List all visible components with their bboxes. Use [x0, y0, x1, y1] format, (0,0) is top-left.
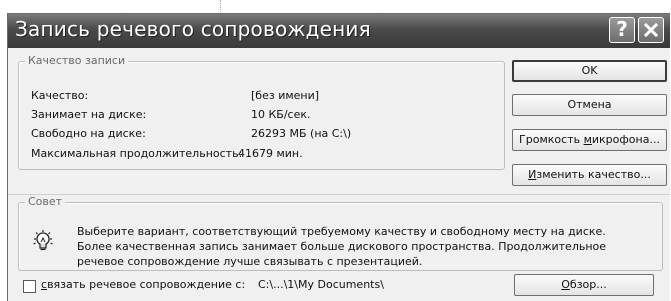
- dotted-marker: [220, 0, 222, 12]
- quality-label: Качество:: [31, 89, 89, 102]
- disk-usage-label: Занимает на диске:: [31, 108, 147, 121]
- help-icon: ?: [616, 17, 628, 41]
- recording-quality-legend: Качество записи: [25, 54, 129, 68]
- tip-legend: Совет: [25, 195, 66, 209]
- link-narration-checkbox[interactable]: [23, 280, 36, 293]
- max-duration-value: 41679 мин.: [238, 147, 303, 160]
- change-quality-button[interactable]: Изменить качество...: [512, 164, 667, 186]
- link-narration-label[interactable]: связать речевое сопровождение с:: [41, 278, 245, 292]
- cancel-button[interactable]: Отмена: [512, 94, 667, 116]
- free-space-label: Свободно на диске:: [31, 127, 146, 140]
- ok-button[interactable]: OK: [512, 60, 667, 82]
- help-button[interactable]: ?: [609, 17, 635, 43]
- title-bar: Запись речевого сопровождения ?: [8, 14, 670, 48]
- mic-volume-label-pre: Громкость: [519, 133, 584, 146]
- free-space-value: 26293 МБ (на C:\): [251, 127, 352, 140]
- tip-text: Выберите вариант, соответствующий требуе…: [77, 225, 607, 268]
- record-narration-dialog: Запись речевого сопровождения ? Качество…: [7, 13, 670, 301]
- close-button[interactable]: [638, 17, 664, 43]
- tip-group: Совет Выберите вариант, соответствующий …: [18, 195, 663, 271]
- mic-volume-button[interactable]: Громкость микрофона...: [512, 129, 667, 151]
- link-path-value: C:\...\1\My Documents\: [258, 278, 384, 291]
- divider: [8, 194, 670, 195]
- change-quality-label: зменить качество...: [536, 168, 651, 181]
- link-narration-text: вязать речевое сопровождение с:: [47, 278, 246, 291]
- quality-value: [без имени]: [251, 89, 320, 102]
- dialog-title: Запись речевого сопровождения: [15, 17, 371, 41]
- disk-usage-value: 10 КБ/сек.: [251, 108, 311, 121]
- recording-quality-group: Качество записи Качество: [без имени] За…: [18, 54, 505, 170]
- close-icon: [644, 23, 658, 37]
- browse-accel: О: [561, 278, 570, 291]
- browse-button[interactable]: Обзор...: [514, 274, 654, 296]
- max-duration-label: Максимальная продолжительность:: [31, 147, 243, 160]
- browse-label: бзор...: [569, 278, 607, 291]
- mic-volume-label-post: икрофона...: [591, 133, 660, 146]
- mic-volume-accel: м: [583, 133, 592, 146]
- lightbulb-icon: [33, 230, 53, 251]
